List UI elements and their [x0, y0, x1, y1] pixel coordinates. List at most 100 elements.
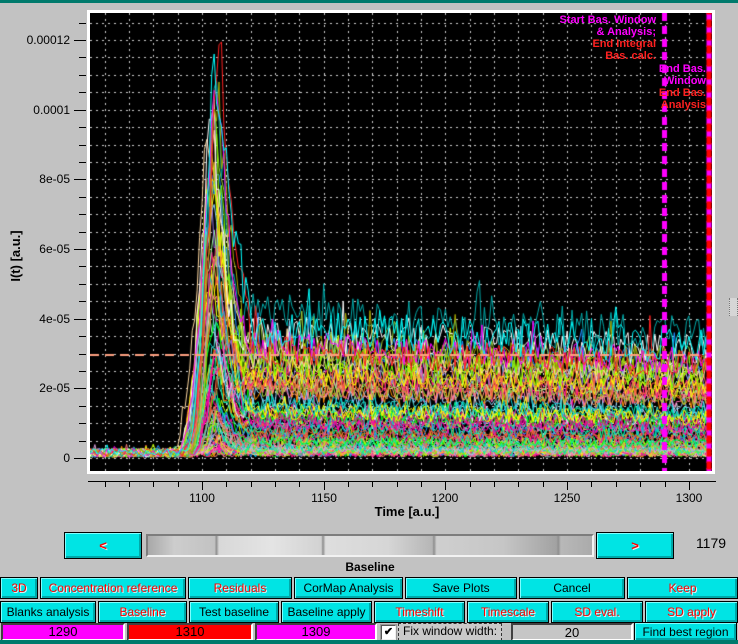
button-row-1: 3D Concentration reference Residuals Cor…: [0, 577, 738, 599]
y-axis-tick: [74, 458, 86, 459]
y-tick-label: 0.00012: [0, 33, 70, 47]
top-accent-bar: [0, 0, 738, 3]
end-window-field[interactable]: 1310: [127, 623, 253, 641]
y-axis-tick: [74, 110, 86, 111]
y-axis-tick: [79, 57, 86, 58]
y-axis-tick: [79, 266, 86, 267]
scroll-trough[interactable]: [146, 534, 594, 557]
chromatogram-analysis-window: I(t) [a.u.] Time [a.u.] 0 2e-05 4e-05 6e-05…: [0, 0, 738, 644]
x-tick-label: 1250: [545, 491, 589, 505]
x-tick-label: 1200: [423, 491, 467, 505]
x-axis-tick: [689, 481, 690, 490]
timescale-button[interactable]: Timescale: [467, 601, 549, 623]
x-axis-tick: [470, 481, 471, 487]
fix-window-width-label: Fix window width:: [398, 623, 502, 641]
x-axis-tick: [251, 481, 252, 487]
x-axis-tick: [543, 481, 544, 487]
y-axis-tick: [79, 92, 86, 93]
y-axis-tick: [79, 214, 86, 215]
x-axis-tick: [567, 481, 568, 490]
y-tick-label: 4e-05: [0, 312, 70, 326]
button-row-2: Blanks analysis Baseline Test baseline B…: [0, 601, 738, 623]
x-axis-tick: [372, 481, 373, 487]
fix-window-width-checkbox[interactable]: ✔: [381, 625, 396, 640]
cormap-analysis-button[interactable]: CorMap Analysis: [294, 577, 403, 599]
x-axis-tick: [591, 481, 592, 487]
x-axis-tick: [616, 481, 617, 487]
bottom-accent-bar: [0, 640, 738, 644]
y-axis-tick: [74, 388, 86, 389]
x-axis-tick: [324, 481, 325, 490]
y-tick-label: 2e-05: [0, 381, 70, 395]
x-axis-tick: [202, 481, 203, 490]
y-axis-tick: [74, 249, 86, 250]
keep-button[interactable]: Keep: [627, 577, 738, 599]
x-axis-title: Time [a.u.]: [337, 504, 477, 519]
find-best-region-button[interactable]: Find best region: [634, 622, 737, 641]
y-axis-tick: [79, 301, 86, 302]
x-axis-tick: [494, 481, 495, 487]
y-tick-label: 0: [0, 451, 70, 465]
y-axis-tick: [79, 145, 86, 146]
y-axis-tick: [79, 75, 86, 76]
save-plots-button[interactable]: Save Plots: [405, 577, 517, 599]
x-axis-tick: [665, 481, 666, 487]
start-window-field[interactable]: 1290: [1, 623, 125, 641]
x-axis-tick: [640, 481, 641, 487]
test-baseline-button[interactable]: Test baseline: [189, 601, 279, 623]
x-axis-tick: [226, 481, 227, 487]
window-width-input[interactable]: [511, 623, 633, 641]
y-axis-tick: [79, 441, 86, 442]
x-axis-tick: [178, 481, 179, 487]
y-tick-label: 8e-05: [0, 172, 70, 186]
y-axis-tick: [74, 319, 86, 320]
y-axis-tick: [79, 197, 86, 198]
x-axis-tick: [153, 481, 154, 487]
y-axis-tick: [79, 284, 86, 285]
blanks-analysis-button[interactable]: Blanks analysis: [0, 601, 96, 623]
x-axis-tick: [397, 481, 398, 487]
y-axis-tick: [79, 336, 86, 337]
scroll-left-button[interactable]: <: [64, 532, 142, 559]
residuals-button[interactable]: Residuals: [188, 577, 292, 599]
sd-eval-button[interactable]: SD eval.: [551, 601, 643, 623]
baseline-button[interactable]: Baseline: [98, 601, 187, 623]
y-axis-tick: [79, 354, 86, 355]
x-axis-tick: [275, 481, 276, 487]
resize-grip[interactable]: [729, 298, 738, 316]
x-axis-tick: [445, 481, 446, 490]
y-axis-tick: [74, 179, 86, 180]
sd-apply-button[interactable]: SD apply: [645, 601, 738, 623]
timeshift-button[interactable]: Timeshift: [374, 601, 465, 623]
x-axis-tick: [299, 481, 300, 487]
y-axis-tick: [79, 371, 86, 372]
y-axis-tick: [79, 423, 86, 424]
y-axis-tick: [74, 40, 86, 41]
y-tick-label: 6e-05: [0, 242, 70, 256]
y-axis-tick: [79, 127, 86, 128]
y-axis-tick: [79, 23, 86, 24]
3d-button[interactable]: 3D: [0, 577, 38, 599]
y-axis-tick: [79, 406, 86, 407]
concentration-reference-button[interactable]: Concentration reference: [40, 577, 186, 599]
x-axis-tick: [421, 481, 422, 487]
x-axis-tick: [348, 481, 349, 487]
x-axis-tick: [105, 481, 106, 487]
x-tick-label: 1100: [180, 491, 224, 505]
scroll-right-button[interactable]: >: [596, 532, 674, 559]
x-axis-tick: [518, 481, 519, 487]
plot-frame: Start Bas. Window& Analysis;End Integral…: [87, 10, 715, 474]
frame-counter: 1179: [688, 535, 734, 557]
x-axis-tick: [129, 481, 130, 487]
baseline-section-label: Baseline: [146, 560, 594, 574]
x-axis-line: [88, 481, 716, 482]
y-axis-tick: [79, 232, 86, 233]
cancel-button[interactable]: Cancel: [519, 577, 625, 599]
y-axis-tick: [79, 162, 86, 163]
time-intensity-plot-canvas: [90, 13, 712, 471]
y-axis-title: I(t) [a.u.]: [8, 204, 24, 308]
x-tick-label: 1150: [302, 491, 346, 505]
best-window-field[interactable]: 1309: [255, 623, 377, 641]
baseline-apply-button[interactable]: Baseline apply: [281, 601, 372, 623]
x-tick-label: 1300: [667, 491, 711, 505]
